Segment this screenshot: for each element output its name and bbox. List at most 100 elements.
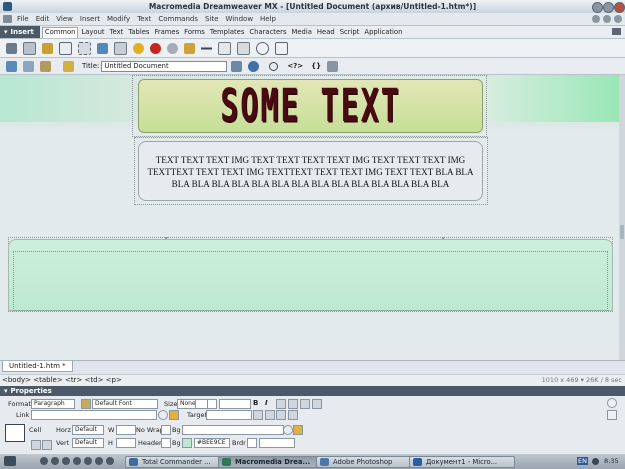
- tab-script[interactable]: Script: [338, 28, 362, 36]
- tab-tables[interactable]: Tables: [126, 28, 151, 36]
- horizontal-rule-icon[interactable]: [201, 42, 212, 54]
- bold-button[interactable]: B: [253, 399, 258, 407]
- css-style-icon[interactable]: [81, 399, 91, 409]
- scroll-handle[interactable]: [620, 225, 624, 239]
- browse-folder-icon[interactable]: [169, 410, 179, 420]
- menu-window[interactable]: Window: [225, 15, 253, 23]
- menu-text[interactable]: Text: [137, 15, 151, 23]
- doc-restore-icon[interactable]: [603, 15, 611, 23]
- quick-launch-icon-1[interactable]: [40, 457, 48, 465]
- menu-edit[interactable]: Edit: [36, 15, 50, 23]
- nowrap-checkbox[interactable]: [161, 425, 171, 435]
- design-canvas[interactable]: SOME TEXT TEXT TEXT TEXT IMG TEXT TEXT T…: [0, 75, 619, 360]
- tab-text[interactable]: Text: [108, 28, 126, 36]
- width-input[interactable]: [116, 425, 136, 435]
- unordered-list-icon[interactable]: [253, 410, 263, 420]
- tag-chooser-icon[interactable]: [275, 41, 288, 55]
- layer-icon[interactable]: [78, 41, 91, 55]
- content-text[interactable]: TEXT TEXT TEXT IMG TEXT TEXT TEXT TEXT I…: [139, 154, 482, 190]
- hyperlink-icon[interactable]: [6, 42, 17, 54]
- task-word[interactable]: Документ1 - Micro...: [409, 456, 515, 468]
- header-checkbox[interactable]: [161, 438, 171, 448]
- start-icon[interactable]: [4, 456, 16, 466]
- date-icon[interactable]: [218, 41, 231, 55]
- image-placeholder-icon[interactable]: [114, 41, 127, 55]
- align-justify-icon[interactable]: [312, 399, 322, 409]
- insert-panel-header[interactable]: ▾ Insert: [0, 26, 40, 38]
- menu-insert[interactable]: Insert: [80, 15, 100, 23]
- email-link-icon[interactable]: [23, 41, 36, 55]
- minimize-icon[interactable]: [592, 2, 603, 13]
- tab-head[interactable]: Head: [315, 28, 337, 36]
- target-select[interactable]: [206, 410, 252, 420]
- quick-launch-icon-5[interactable]: [84, 457, 92, 465]
- align-center-icon[interactable]: [288, 399, 298, 409]
- menu-commands[interactable]: Commands: [158, 15, 198, 23]
- tab-frames[interactable]: Frames: [152, 28, 181, 36]
- tab-layout[interactable]: Layout: [79, 28, 106, 36]
- vertical-scrollbar[interactable]: [619, 75, 625, 360]
- vert-select[interactable]: Default: [72, 438, 104, 448]
- menu-help[interactable]: Help: [260, 15, 276, 23]
- quick-launch-icon-3[interactable]: [62, 457, 70, 465]
- quick-launch-icon-4[interactable]: [73, 457, 81, 465]
- tab-templates[interactable]: Templates: [208, 28, 247, 36]
- code-view-icon[interactable]: [6, 60, 17, 72]
- window-size-info[interactable]: 1010 x 469 ▾ 26K / 8 sec: [542, 376, 622, 384]
- live-data-icon[interactable]: [63, 60, 74, 72]
- tray-icon[interactable]: [592, 458, 599, 465]
- doc-minimize-icon[interactable]: [592, 15, 600, 23]
- navigation-bar-icon[interactable]: [184, 42, 195, 54]
- split-cell-icon[interactable]: [42, 440, 52, 450]
- link-input[interactable]: [31, 410, 157, 420]
- bg-color-swatch[interactable]: [182, 438, 192, 448]
- text-outdent-icon[interactable]: [276, 410, 286, 420]
- tag-selector[interactable]: <body> <table> <tr> <td> <p>: [2, 376, 122, 384]
- panel-options-icon[interactable]: [612, 28, 621, 35]
- quick-launch-icon-7[interactable]: [106, 457, 114, 465]
- document-tab[interactable]: Untitled-1.htm *: [2, 361, 73, 372]
- image-icon[interactable]: [97, 42, 108, 54]
- text-color-swatch[interactable]: [207, 399, 217, 409]
- braces-icon[interactable]: {}: [311, 62, 321, 70]
- merge-cells-icon[interactable]: [31, 440, 41, 450]
- tab-media[interactable]: Media: [290, 28, 314, 36]
- rollover-image-icon[interactable]: [167, 42, 178, 54]
- tab-common[interactable]: Common: [41, 26, 79, 38]
- document-menu-icon[interactable]: [3, 15, 12, 23]
- menu-site[interactable]: Site: [205, 15, 218, 23]
- help-icon[interactable]: [607, 398, 617, 408]
- table-icon[interactable]: [59, 41, 72, 55]
- split-view-icon[interactable]: [23, 60, 34, 72]
- content-panel[interactable]: TEXT TEXT TEXT IMG TEXT TEXT TEXT TEXT I…: [138, 141, 483, 201]
- point-to-file-icon-2[interactable]: [283, 425, 293, 435]
- align-right-icon[interactable]: [300, 399, 310, 409]
- server-side-include-icon[interactable]: [237, 41, 250, 55]
- browse-folder-icon-2[interactable]: [293, 425, 303, 435]
- named-anchor-icon[interactable]: [42, 42, 53, 54]
- refresh-icon[interactable]: [269, 61, 279, 71]
- tab-characters[interactable]: Characters: [247, 28, 288, 36]
- flash-icon[interactable]: [150, 42, 161, 54]
- maximize-icon[interactable]: [603, 2, 614, 13]
- text-indent-icon[interactable]: [288, 410, 298, 420]
- task-photoshop[interactable]: Adobe Photoshop: [316, 456, 422, 468]
- comment-icon[interactable]: [256, 41, 269, 55]
- close-icon[interactable]: [614, 2, 625, 13]
- quick-launch-icon-2[interactable]: [51, 457, 59, 465]
- menu-view[interactable]: View: [56, 15, 73, 23]
- title-input[interactable]: Untitled Document: [101, 60, 228, 72]
- align-left-icon[interactable]: [276, 399, 286, 409]
- height-input[interactable]: [116, 438, 136, 448]
- tab-application[interactable]: Application: [362, 28, 404, 36]
- task-total-commander[interactable]: Total Commander ...: [125, 456, 231, 468]
- text-color-input[interactable]: [219, 399, 251, 409]
- fireworks-html-icon[interactable]: [133, 42, 144, 54]
- design-view-icon[interactable]: [40, 60, 51, 72]
- language-indicator[interactable]: EN: [577, 457, 588, 465]
- format-select[interactable]: Paragraph: [31, 399, 75, 409]
- font-select[interactable]: Default Font: [92, 399, 158, 409]
- menu-modify[interactable]: Modify: [107, 15, 130, 23]
- header-banner[interactable]: SOME TEXT: [138, 79, 483, 133]
- doc-close-icon[interactable]: [614, 15, 622, 23]
